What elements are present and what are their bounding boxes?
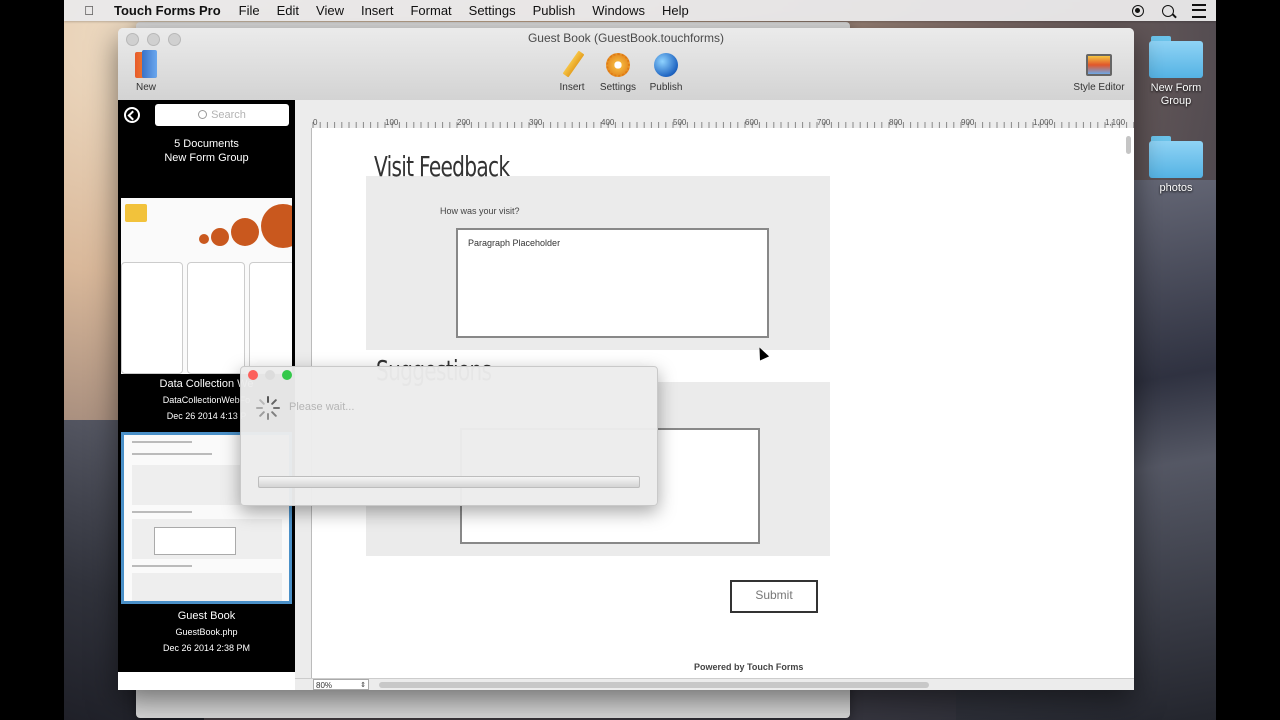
section-title-visit-feedback[interactable]: Visit Feedback [374,150,510,183]
record-icon[interactable] [1132,4,1144,17]
dialog-minimize-button[interactable] [265,370,275,380]
menu-windows[interactable]: Windows [592,3,645,18]
folder-icon [1149,136,1203,178]
document-meta: Guest Book GuestBook.php Dec 26 2014 2:3… [118,608,295,656]
back-icon[interactable] [124,107,140,123]
settings-button[interactable]: Settings [596,50,640,93]
globe-icon [651,50,681,80]
window-title: Guest Book (GuestBook.touchforms) [527,31,725,45]
horizontal-scrollbar[interactable] [379,682,929,688]
menu-view[interactable]: View [316,3,344,18]
search-placeholder: Search [211,109,246,121]
group-name: New Form Group [164,152,249,164]
spinner-icon [256,396,280,420]
sidebar-header: Search 5 Documents New Form Group [118,100,295,192]
folder-icon [1149,36,1203,78]
folder-label: photos [1159,182,1193,194]
ruler-label: 200 [457,118,471,127]
powered-by-label: Powered by Touch Forms [694,662,804,672]
menu-format[interactable]: Format [410,3,451,18]
apple-menu-icon[interactable]:  [78,3,100,18]
document-card-next[interactable] [118,672,295,690]
menu-file[interactable]: File [239,3,260,18]
style-editor-label: Style Editor [1073,82,1125,93]
document-file: GuestBook.php [175,627,238,637]
submit-button[interactable]: Submit [730,580,818,613]
zoom-select[interactable]: 80% ⇕ [313,679,369,690]
menu-edit[interactable]: Edit [277,3,299,18]
insert-button[interactable]: Insert [554,50,590,93]
paragraph-field[interactable]: Paragraph Placeholder [456,228,769,338]
main-window: Guest Book (GuestBook.touchforms) New In… [118,28,1134,690]
ruler-ticks [312,122,1134,128]
ruler-label: 1,000 [1033,118,1054,127]
menu-bar:  Touch Forms Pro File Edit View Insert … [64,0,1216,21]
menu-publish[interactable]: Publish [533,3,576,18]
publish-button[interactable]: Publish [646,50,686,93]
please-wait-message: Please wait... [289,401,355,413]
dialog-close-button[interactable] [248,370,258,380]
new-button[interactable]: New [128,50,164,93]
publish-label: Publish [649,82,683,93]
spotlight-icon[interactable] [1162,4,1177,18]
new-label: New [135,82,156,93]
search-input[interactable]: Search [155,104,289,126]
notification-center-icon[interactable] [1192,3,1206,18]
style-editor-icon [1084,50,1114,80]
stepper-icon: ⇕ [360,682,366,689]
ruler-label: 600 [745,118,759,127]
menu-settings[interactable]: Settings [469,3,516,18]
search-icon [198,110,208,119]
horizontal-ruler: 0 100 200 300 400 500 600 700 800 900 1,000 1,100 [295,100,1134,129]
document-date: Dec 26 2014 2:38 PM [162,643,251,653]
ruler-label: 700 [817,118,831,127]
document-title: Guest Book [177,610,236,622]
dialog-zoom-button[interactable] [282,370,292,380]
ruler-label: 100 [385,118,399,127]
desktop-folder-new-form-group[interactable]: New Form Group [1141,36,1211,108]
zoom-value: 80% [316,681,333,690]
document-count: 5 Documents [174,138,239,150]
insert-label: Insert [559,82,585,93]
canvas-bottom-bar: 80% ⇕ [295,678,1134,690]
menu-insert[interactable]: Insert [361,3,394,18]
folder-label: New Form Group [1150,82,1202,107]
progress-bar [258,476,640,488]
ruler-label: 300 [529,118,543,127]
dialog-window-controls [248,370,292,380]
ruler-label: 1,100 [1105,118,1126,127]
ruler-label: 0 [313,118,318,127]
new-document-icon [131,50,161,80]
style-editor-button[interactable]: Style Editor [1068,50,1130,93]
document-thumbnail [121,198,292,374]
progress-dialog: Please wait... [240,366,658,506]
ruler-label: 400 [601,118,615,127]
gear-icon [603,50,633,80]
ruler-label: 800 [889,118,903,127]
window-titlebar: Guest Book (GuestBook.touchforms) New In… [118,28,1134,101]
ruler-label: 500 [673,118,687,127]
desktop-folder-photos[interactable]: photos [1141,136,1211,195]
sidebar-group-info: 5 Documents New Form Group [118,137,295,165]
ruler-label: 900 [961,118,975,127]
question-label[interactable]: How was your visit? [440,206,520,216]
menu-help[interactable]: Help [662,3,689,18]
menu-app-name[interactable]: Touch Forms Pro [114,3,221,18]
vertical-scrollbar[interactable] [1126,136,1131,154]
settings-label: Settings [599,82,637,93]
pencil-icon [557,50,587,80]
